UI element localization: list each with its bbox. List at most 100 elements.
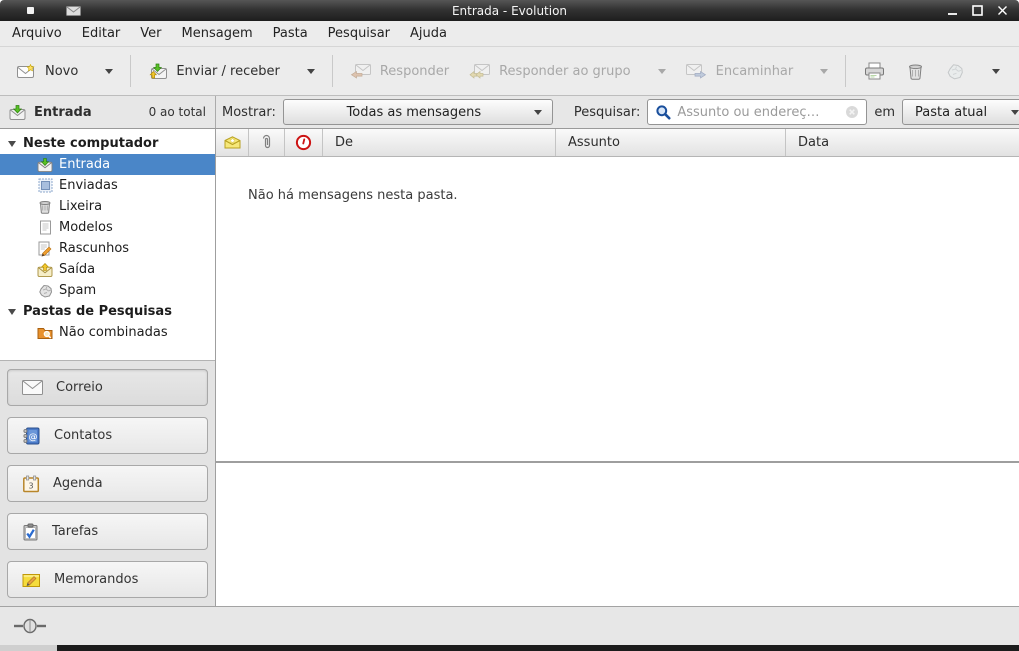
reply-button[interactable]: Responder bbox=[340, 56, 459, 87]
outbox-icon bbox=[36, 263, 54, 277]
inbox-icon bbox=[36, 158, 54, 172]
status-icon bbox=[224, 136, 241, 149]
minimize-button[interactable] bbox=[944, 3, 960, 19]
switcher-calendar-button[interactable]: 3 Agenda bbox=[7, 465, 208, 502]
sidebar-folder-nao-combinadas[interactable]: Não combinadas bbox=[0, 322, 215, 343]
folder-label: Não combinadas bbox=[59, 325, 168, 340]
switcher-label: Correio bbox=[56, 380, 103, 395]
sidebar-folder-spam[interactable]: Spam bbox=[0, 280, 215, 301]
attachment-icon bbox=[261, 134, 272, 151]
menu-ajuda[interactable]: Ajuda bbox=[400, 21, 457, 46]
junk-toolbar-icon bbox=[946, 63, 964, 80]
folder-sidebar: Neste computador Entrada Enviadas bbox=[0, 129, 216, 606]
folder-tree: Neste computador Entrada Enviadas bbox=[0, 129, 215, 360]
message-list-pane: De Assunto Data Não há mensagens nesta p… bbox=[216, 129, 1019, 606]
menu-mensagem[interactable]: Mensagem bbox=[172, 21, 263, 46]
forward-button[interactable]: Encaminhar bbox=[676, 56, 839, 87]
attachment-column-header[interactable] bbox=[249, 129, 285, 156]
scope-value: Pasta atual bbox=[913, 105, 1011, 120]
filter-bar: Entrada 0 ao total Mostrar: Todas as men… bbox=[0, 96, 1019, 129]
priority-column-header[interactable] bbox=[285, 129, 323, 156]
online-status-icon[interactable] bbox=[13, 618, 47, 634]
search-label: Pesquisar: bbox=[574, 105, 641, 120]
current-folder-title: Entrada bbox=[34, 105, 92, 120]
svg-text:3: 3 bbox=[28, 481, 33, 490]
switcher-label: Contatos bbox=[54, 428, 112, 443]
sidebar-folder-enviadas[interactable]: Enviadas bbox=[0, 175, 215, 196]
dropdown-arrow-icon bbox=[1011, 110, 1019, 115]
menu-arquivo[interactable]: Arquivo bbox=[2, 21, 72, 46]
maximize-button[interactable] bbox=[969, 3, 985, 19]
message-list-body[interactable]: Não há mensagens nesta pasta. bbox=[216, 157, 1019, 461]
toolbar-separator bbox=[845, 55, 846, 87]
sidebar-folder-lixeira[interactable]: Lixeira bbox=[0, 196, 215, 217]
menu-ver[interactable]: Ver bbox=[130, 21, 171, 46]
search-box bbox=[647, 99, 867, 125]
menu-pesquisar[interactable]: Pesquisar bbox=[318, 21, 400, 46]
svg-text:@: @ bbox=[29, 432, 38, 442]
column-header-data[interactable]: Data bbox=[786, 129, 1019, 156]
search-input[interactable] bbox=[677, 105, 839, 120]
switcher-mail-button[interactable]: Correio bbox=[7, 369, 208, 406]
current-folder-header: Entrada 0 ao total bbox=[0, 96, 216, 128]
trash-icon bbox=[36, 199, 54, 214]
menu-editar[interactable]: Editar bbox=[72, 21, 131, 46]
junk-button[interactable] bbox=[935, 55, 975, 88]
evolution-window: Entrada - Evolution Arquivo Editar Ver M… bbox=[0, 0, 1019, 651]
reply-group-button[interactable]: Responder ao grupo bbox=[459, 56, 676, 87]
search-folder-icon bbox=[36, 326, 54, 339]
close-button[interactable] bbox=[994, 3, 1010, 19]
clear-search-icon[interactable] bbox=[845, 105, 859, 119]
toolbar-overflow-button[interactable] bbox=[986, 61, 1006, 82]
dropdown-arrow-icon bbox=[307, 69, 315, 74]
sidebar-folder-saida[interactable]: Saída bbox=[0, 259, 215, 280]
switcher-tasks-button[interactable]: Tarefas bbox=[7, 513, 208, 550]
search-icon[interactable] bbox=[655, 104, 671, 120]
folder-group-neste-computador[interactable]: Neste computador bbox=[0, 133, 215, 154]
window-menu-icon[interactable] bbox=[27, 7, 34, 14]
collapse-triangle-icon[interactable] bbox=[8, 309, 16, 315]
folder-group-pastas-de-pesquisas[interactable]: Pastas de Pesquisas bbox=[0, 301, 215, 322]
column-header-de[interactable]: De bbox=[323, 129, 556, 156]
sidebar-folder-modelos[interactable]: Modelos bbox=[0, 217, 215, 238]
toolbar-separator bbox=[130, 55, 131, 87]
switcher-label: Memorandos bbox=[54, 572, 138, 587]
templates-icon bbox=[36, 220, 54, 235]
switcher-label: Agenda bbox=[53, 476, 103, 491]
scope-dropdown[interactable]: Pasta atual bbox=[902, 99, 1019, 125]
forward-icon bbox=[686, 64, 707, 79]
new-button[interactable]: Novo bbox=[7, 56, 123, 87]
preview-pane bbox=[216, 463, 1019, 606]
folder-label: Spam bbox=[59, 283, 96, 298]
send-receive-button[interactable]: Enviar / receber bbox=[138, 55, 325, 87]
reply-button-label: Responder bbox=[380, 64, 449, 79]
mail-icon bbox=[22, 380, 43, 395]
delete-button[interactable] bbox=[896, 54, 935, 88]
column-header-assunto[interactable]: Assunto bbox=[556, 129, 786, 156]
dropdown-arrow-icon bbox=[534, 110, 542, 115]
message-list-header: De Assunto Data bbox=[216, 129, 1019, 157]
priority-icon bbox=[295, 134, 312, 151]
menu-pasta[interactable]: Pasta bbox=[263, 21, 318, 46]
collapse-triangle-icon[interactable] bbox=[8, 141, 16, 147]
folder-label: Lixeira bbox=[59, 199, 102, 214]
titlebar[interactable]: Entrada - Evolution bbox=[0, 0, 1019, 21]
status-column-header[interactable] bbox=[216, 129, 249, 156]
send-receive-icon bbox=[148, 63, 167, 79]
window-title: Entrada - Evolution bbox=[0, 4, 1019, 18]
switcher-memos-button[interactable]: Memorandos bbox=[7, 561, 208, 598]
window-bottom-edge bbox=[0, 645, 1019, 651]
contacts-icon: @ bbox=[22, 427, 41, 445]
memos-icon bbox=[22, 572, 41, 588]
scope-label: em bbox=[874, 105, 895, 120]
switcher-contacts-button[interactable]: @ Contatos bbox=[7, 417, 208, 454]
print-button[interactable] bbox=[853, 54, 896, 88]
show-filter-dropdown[interactable]: Todas as mensagens bbox=[283, 99, 553, 125]
empty-folder-message: Não há mensagens nesta pasta. bbox=[216, 157, 1019, 203]
dropdown-arrow-icon bbox=[658, 69, 666, 74]
printer-icon bbox=[864, 62, 885, 80]
sidebar-folder-entrada[interactable]: Entrada bbox=[0, 154, 215, 175]
dropdown-arrow-icon bbox=[105, 69, 113, 74]
folder-label: Entrada bbox=[59, 157, 110, 172]
sidebar-folder-rascunhos[interactable]: Rascunhos bbox=[0, 238, 215, 259]
